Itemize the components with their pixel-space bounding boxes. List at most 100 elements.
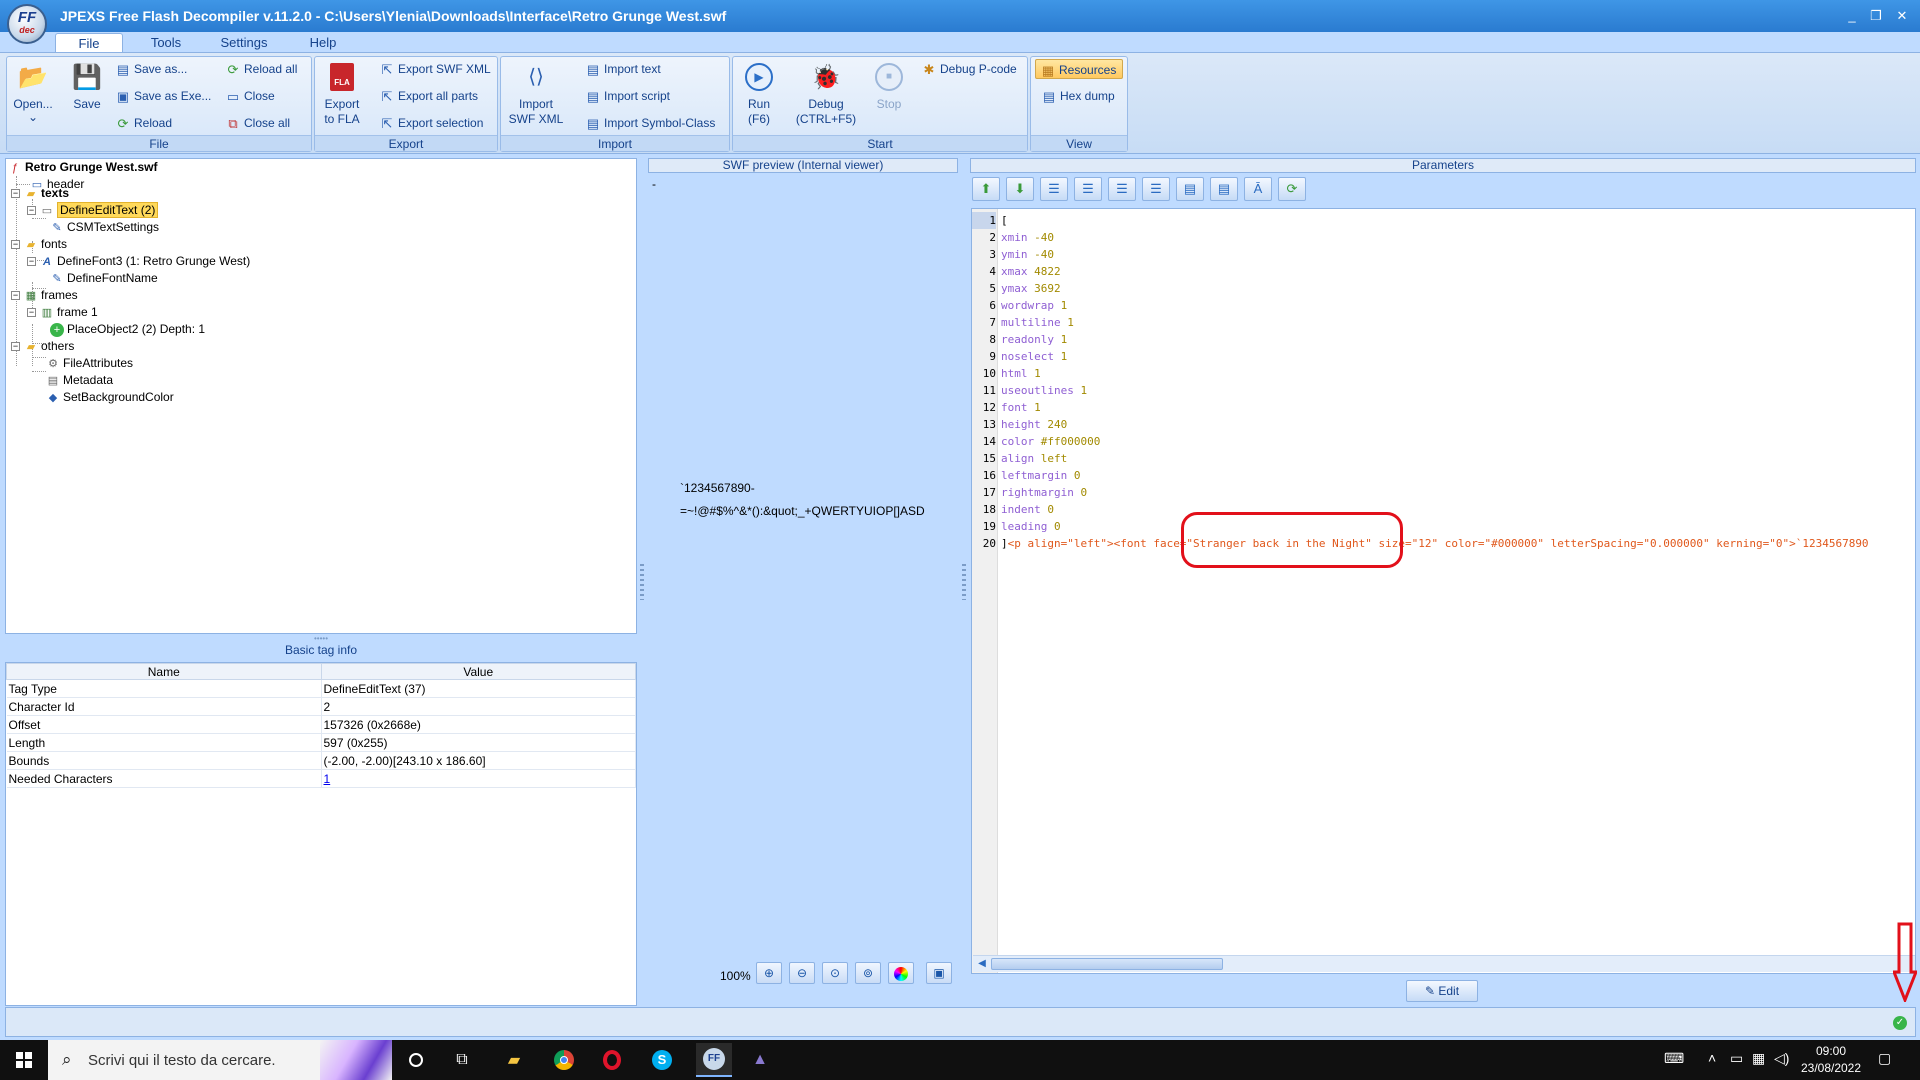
cortana-icon[interactable] [402, 1046, 430, 1074]
open-button[interactable]: 📂 Open... ⌄ [13, 61, 53, 123]
export-to-fla-button[interactable]: FLA Export to FLA [319, 61, 365, 127]
outdent-button[interactable]: ▤ [1210, 177, 1238, 201]
table-row[interactable]: Needed Characters 1 [6, 769, 636, 788]
zoom-reset-button[interactable]: ⊚ [855, 962, 881, 984]
snapshot-button[interactable]: ▣ [926, 962, 952, 984]
tree-node-place-object2[interactable]: + PlaceObject2 (2) Depth: 1 [50, 321, 205, 338]
export-all-parts-button[interactable]: ⇱ Export all parts [379, 86, 479, 106]
start-button[interactable] [0, 1040, 48, 1080]
task-view-icon[interactable]: ⧉ [448, 1046, 476, 1074]
meet-icon[interactable]: ▭ [1730, 1050, 1743, 1067]
stop-button[interactable]: ■ Stop [867, 61, 911, 112]
indent-button[interactable]: ▤ [1176, 177, 1204, 201]
network-icon[interactable]: ▦ [1752, 1050, 1765, 1067]
zoom-in-button[interactable]: ⊕ [756, 962, 782, 984]
tab-settings[interactable]: Settings [210, 33, 278, 52]
tree-node-others[interactable]: ▰ others [24, 338, 75, 355]
import-text-button[interactable]: ▤ Import text [585, 59, 661, 79]
expander-texts[interactable]: − [11, 189, 20, 198]
tab-tools[interactable]: Tools [140, 33, 192, 52]
table-row[interactable]: Length 597 (0x255) [6, 733, 636, 752]
align-justify-button[interactable]: ☰ [1142, 177, 1170, 201]
zoom-fit-button[interactable]: ⊙ [822, 962, 848, 984]
splitter-right[interactable] [962, 564, 966, 600]
align-center-button[interactable]: ☰ [1074, 177, 1102, 201]
tree-node-frames[interactable]: ▦ frames [24, 287, 78, 304]
restore-button[interactable]: ❐ [1866, 8, 1886, 24]
needed-characters-link[interactable]: 1 [324, 772, 331, 786]
scroll-left-icon[interactable]: ◀ [975, 957, 989, 971]
splitter-left[interactable] [640, 564, 644, 600]
parameters-editor[interactable]: 1 2 3 4 5 6 7 8 9 10 11 12 13 14 15 16 1… [971, 208, 1916, 974]
ffdec-taskbar-icon[interactable]: FF [696, 1043, 732, 1077]
save-button[interactable]: 💾 Save [67, 61, 107, 112]
minimize-button[interactable]: _ [1842, 8, 1862, 24]
tree-node-define-edit-text[interactable]: ▭ DefineEditText (2) [40, 202, 159, 219]
import-swf-xml-button[interactable]: ⟨⟩ Import SWF XML [507, 61, 565, 127]
expander-frame1[interactable]: − [27, 308, 36, 317]
tree-node-frame1[interactable]: ▥ frame 1 [40, 304, 98, 321]
close-button[interactable]: ✕ [1892, 8, 1912, 24]
app-logo-icon[interactable]: FF dec [7, 4, 47, 44]
close-all-button[interactable]: ⧉ Close all [225, 113, 290, 133]
tab-file[interactable]: File [55, 33, 123, 52]
run-button[interactable]: ▶ Run (F6) [739, 61, 779, 127]
table-row[interactable]: Character Id 2 [6, 697, 636, 716]
tree-node-define-font3[interactable]: A DefineFont3 (1: Retro Grunge West) [40, 253, 250, 270]
skype-icon[interactable]: S [648, 1046, 676, 1074]
reload-all-button[interactable]: ⟳ Reload all [225, 59, 298, 79]
expander-fonts[interactable]: − [11, 240, 20, 249]
chrome-icon[interactable] [550, 1046, 578, 1074]
color-wheel-button[interactable] [888, 962, 914, 984]
save-as-exe-button[interactable]: ▣ Save as Exe... [115, 86, 212, 106]
resource-tree[interactable]: ƒ Retro Grunge West.swf ▭ header − ▰ texts … [5, 158, 637, 634]
scrollbar-thumb[interactable] [991, 958, 1223, 970]
edit-button[interactable]: ✎ Edit [1406, 980, 1478, 1002]
save-as-button[interactable]: ▤ Save as... [115, 59, 188, 79]
refresh-button[interactable]: ⟳ [1278, 177, 1306, 201]
debug-pcode-button[interactable]: ✱ Debug P-code [921, 59, 1017, 79]
tab-help[interactable]: Help [300, 33, 346, 52]
tree-node-define-font-name[interactable]: ✎ DefineFontName [50, 270, 157, 287]
app-icon[interactable]: ▲ [746, 1046, 774, 1074]
file-explorer-icon[interactable]: ▰ [500, 1046, 528, 1074]
table-row[interactable]: Bounds (-2.00, -2.00)[243.10 x 186.60] [6, 751, 636, 770]
table-row[interactable]: Tag Type DefineEditText (37) [6, 679, 636, 698]
tree-node-csm-text-settings[interactable]: ✎ CSMTextSettings [50, 219, 159, 236]
hex-dump-button[interactable]: ▤ Hex dump [1041, 86, 1115, 106]
expander-define-font3[interactable]: − [27, 257, 36, 266]
opera-icon[interactable] [598, 1046, 626, 1074]
import-script-button[interactable]: ▤ Import script [585, 86, 670, 106]
align-right-button[interactable]: ☰ [1108, 177, 1136, 201]
export-selection-button[interactable]: ⇱ Export selection [379, 113, 484, 133]
tray-expand-icon[interactable]: ˄ [1708, 1050, 1716, 1066]
table-row[interactable]: Offset 157326 (0x2668e) [6, 715, 636, 734]
tree-node-root[interactable]: ƒ Retro Grunge West.swf [8, 159, 158, 176]
close-file-button[interactable]: ▭ Close [225, 86, 275, 106]
tree-node-file-attributes[interactable]: ⚙ FileAttributes [46, 355, 133, 372]
volume-icon[interactable]: ◁) [1774, 1050, 1789, 1067]
horizontal-scrollbar[interactable]: ◀ [973, 955, 1915, 972]
tree-node-fonts[interactable]: ▰ fonts [24, 236, 67, 253]
font-settings-button[interactable]: Ā [1244, 177, 1272, 201]
align-left-button[interactable]: ☰ [1040, 177, 1068, 201]
expander-define-edit-text[interactable]: − [27, 206, 36, 215]
tree-node-texts[interactable]: ▰ texts [24, 185, 69, 202]
import-symbol-class-button[interactable]: ▤ Import Symbol-Class [585, 113, 716, 133]
expander-frames[interactable]: − [11, 291, 20, 300]
debug-button[interactable]: 🐞 Debug (CTRL+F5) [791, 61, 861, 127]
tree-node-metadata[interactable]: ▤ Metadata [46, 372, 113, 389]
expander-others[interactable]: − [11, 342, 20, 351]
column-header-name[interactable]: Name [6, 663, 322, 680]
reload-button[interactable]: ⟳ Reload [115, 113, 172, 133]
move-up-button[interactable]: ⬆ [972, 177, 1000, 201]
keyboard-icon[interactable]: ⌨ [1664, 1050, 1684, 1067]
taskbar-search-input[interactable]: ⌕ Scrivi qui il testo da cercare. [48, 1040, 392, 1080]
tree-node-set-background-color[interactable]: ◆ SetBackgroundColor [46, 389, 174, 406]
column-header-value[interactable]: Value [320, 663, 636, 680]
swf-preview[interactable]: - `1234567890- =~!@#$%^&*():&quot;_+QWER… [648, 175, 958, 1005]
zoom-out-button[interactable]: ⊖ [789, 962, 815, 984]
export-swf-xml-button[interactable]: ⇱ Export SWF XML [379, 59, 491, 79]
notifications-icon[interactable]: ▢ [1878, 1050, 1891, 1067]
taskbar-clock[interactable]: 09:00 23/08/2022 [1796, 1043, 1866, 1077]
